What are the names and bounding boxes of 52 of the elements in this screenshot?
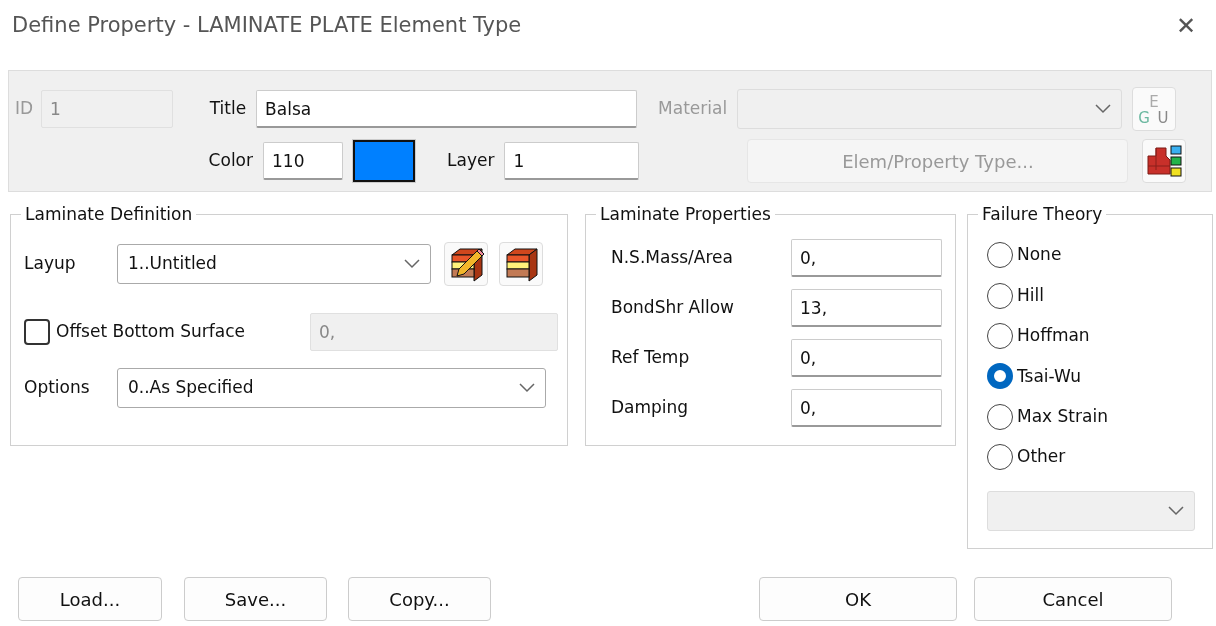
radio-label: Hoffman [1017,324,1090,348]
radio-button[interactable] [987,242,1013,269]
radio-label: Tsai-Wu [1017,364,1081,388]
failure-theory-legend: Failure Theory [978,206,1107,223]
radio-button[interactable] [987,322,1013,349]
laminate-definition-legend: Laminate Definition [21,206,197,223]
block-list-icon [1145,142,1184,180]
dialog-button[interactable]: OK [759,577,957,621]
layup-dropdown[interactable]: 1..Untitled [117,244,431,284]
id-label: ID [15,97,34,121]
title-label: Title [208,97,247,121]
radio-button[interactable] [987,282,1013,309]
layup-label: Layup [23,252,77,276]
laminate-properties-legend: Laminate Properties [596,206,775,223]
radio-label: Other [1017,445,1066,469]
offset-label: Offset Bottom Surface [56,320,246,344]
color-field[interactable]: 110 [263,142,343,180]
layup-button[interactable] [499,242,543,286]
property-label: N.S.Mass/Area [611,246,734,270]
dialog-button[interactable]: Load... [18,577,162,621]
radio-label: None [1017,243,1062,267]
caret-icon [519,383,535,393]
color-swatch[interactable] [353,140,415,182]
property-field[interactable]: 0, [791,389,942,427]
dialog-button[interactable]: Save... [184,577,327,621]
property-label: Ref Temp [611,346,691,370]
property-label: Damping [611,396,690,420]
caret-icon [1168,506,1184,517]
radio-button[interactable] [987,444,1013,471]
dialog-button[interactable]: Copy... [348,577,491,621]
caret-icon [404,259,420,269]
title-field[interactable]: Balsa [256,90,638,128]
close-button[interactable]: ✕ [1169,14,1202,38]
property-field[interactable]: 13, [791,289,942,327]
dialog-button[interactable]: Cancel [974,577,1172,621]
property-label: BondShr Allow [611,296,735,320]
window-title: Define Property - LAMINATE PLATE Element Type [12,12,522,40]
radio-label: Hill [1017,283,1044,307]
radio-button[interactable] [987,363,1013,390]
radio-label: Max Strain [1017,405,1108,428]
material-label: Material [658,97,728,121]
radio-button[interactable] [987,403,1013,430]
layer-field[interactable]: 1 [504,142,640,180]
edit-layup-button[interactable] [444,242,488,286]
options-label: Options [23,376,91,400]
property-field[interactable]: 0, [791,339,942,377]
layer-label: Layer [447,149,495,173]
property-field[interactable]: 0, [791,239,942,277]
caret-icon [1095,104,1112,114]
options-dropdown[interactable]: 0..As Specified [117,368,546,408]
color-label: Color [207,149,253,173]
element-type-button[interactable] [1142,139,1187,183]
